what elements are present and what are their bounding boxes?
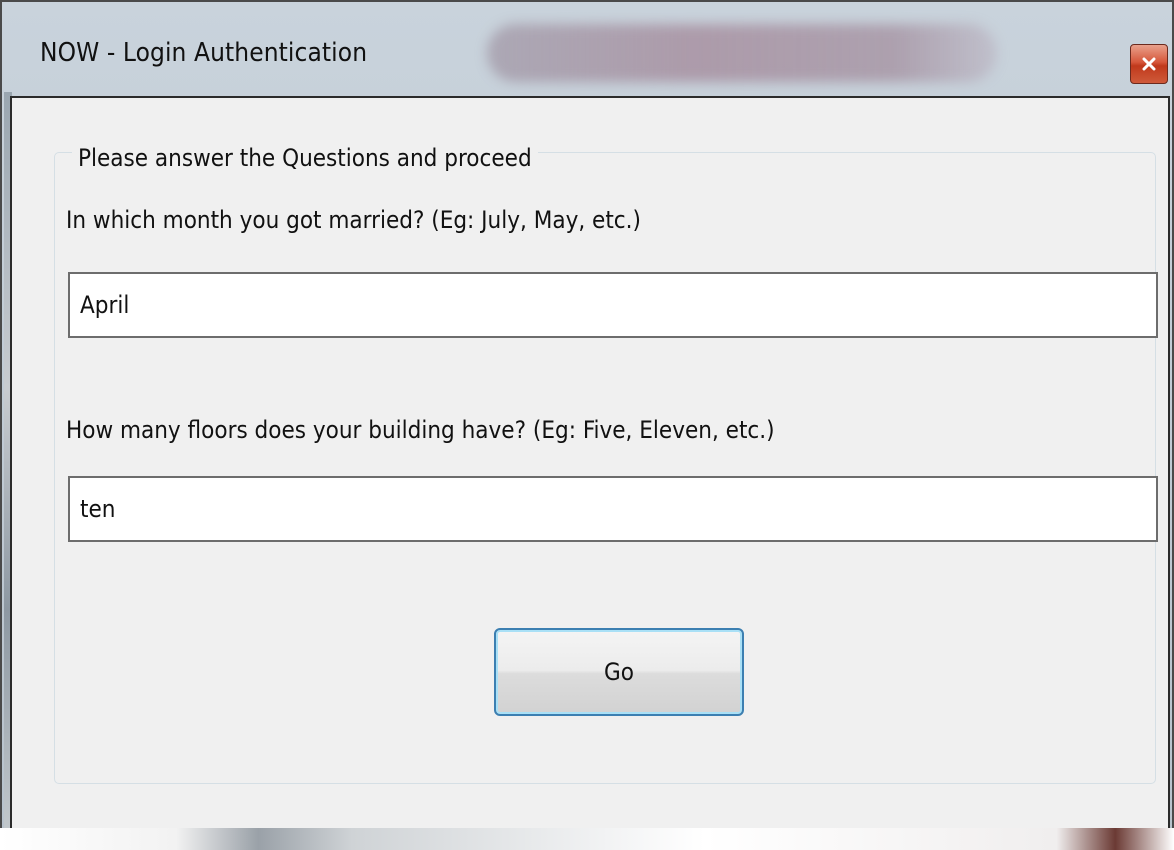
go-button[interactable]: Go [494, 628, 744, 716]
background-blur [487, 24, 997, 82]
question2-input[interactable] [68, 476, 1158, 542]
login-auth-window: NOW - Login Authentication Please answer… [0, 0, 1174, 850]
question1-input[interactable] [68, 272, 1158, 338]
background-bottom-edge [0, 828, 1174, 850]
question2-label: How many floors does your building have?… [66, 416, 775, 444]
window-title: NOW - Login Authentication [40, 38, 368, 68]
dialog-client-area: Please answer the Questions and proceed … [10, 96, 1170, 830]
close-button[interactable] [1130, 44, 1168, 84]
group-title: Please answer the Questions and proceed [72, 144, 538, 172]
question1-label: In which month you got married? (Eg: Jul… [66, 206, 641, 234]
close-icon [1141, 56, 1157, 72]
